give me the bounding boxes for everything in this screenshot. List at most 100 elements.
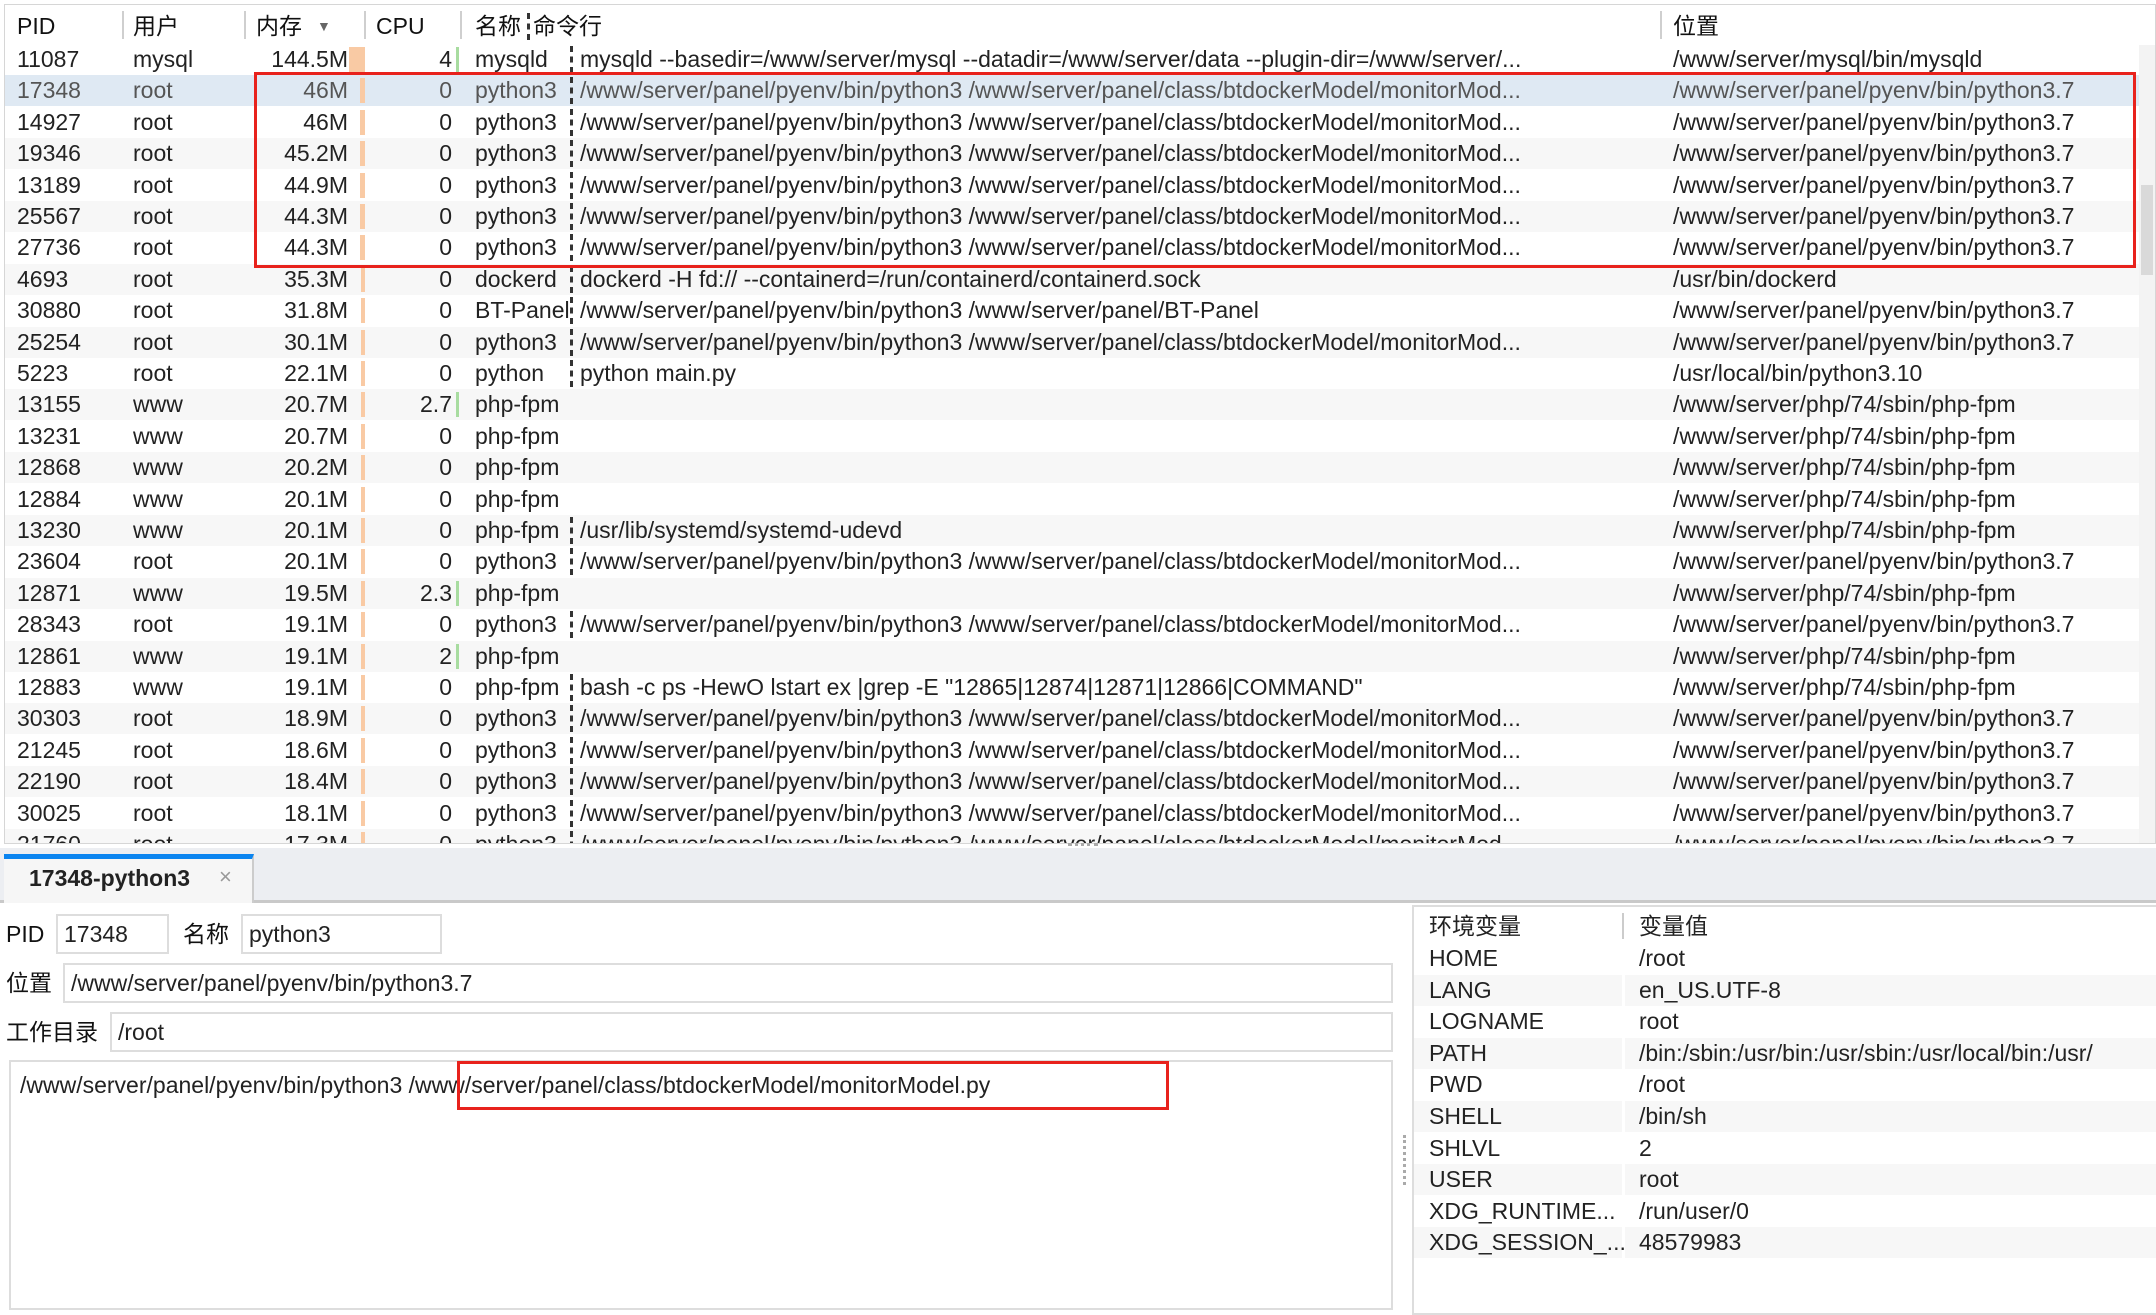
vertical-splitter-handle[interactable] xyxy=(1403,1135,1409,1185)
cell-pid: 12868 xyxy=(17,454,81,481)
name-cmd-separator xyxy=(570,77,573,105)
env-row[interactable]: USER root xyxy=(1414,1164,2156,1196)
column-header-name[interactable]: 名称 xyxy=(475,11,521,41)
table-row[interactable]: 12883 www 19.1M 0 php-fpm bash -c ps -HewO ls… xyxy=(5,672,2139,703)
column-header-location[interactable]: 位置 xyxy=(1673,11,1719,41)
column-divider[interactable] xyxy=(244,11,246,39)
close-icon[interactable]: × xyxy=(219,864,232,890)
memory-bar xyxy=(361,518,365,543)
cell-pid: 13230 xyxy=(17,517,81,543)
column-divider[interactable] xyxy=(460,11,462,39)
cell-location: /www/server/panel/pyenv/bin/python3.7 xyxy=(1673,328,2075,355)
env-row[interactable]: PWD/root xyxy=(1414,1069,2156,1100)
memory-bar xyxy=(361,612,365,638)
column-divider[interactable] xyxy=(122,11,124,39)
table-row[interactable]: 13189 root 44.9M 0 python3/www/server/panel/… xyxy=(5,170,2139,201)
column-header-cpu[interactable]: CPU xyxy=(376,11,425,41)
column-header-pid[interactable]: PID xyxy=(17,11,55,41)
cell-user: root xyxy=(133,203,173,229)
table-row[interactable]: 5223 root 22.1M 0 python python main.py/usr/l… xyxy=(5,358,2139,389)
table-row[interactable]: 11087 mysql 144.5M 4 mysqld mysqld --basedir=… xyxy=(5,44,2139,75)
env-row[interactable]: XDG_SESSION_... 48579983 xyxy=(1414,1227,2156,1259)
cell-memory: 44.9M xyxy=(284,171,348,198)
env-row[interactable]: LANG en_US.UTF-8 xyxy=(1414,974,2156,1006)
cell-cmdline xyxy=(580,421,1655,452)
cell-pid: 13155 xyxy=(17,391,81,418)
cmdline-textarea[interactable]: /www/server/panel/pyenv/bin/python3 /www… xyxy=(9,1060,1393,1310)
cell-location: /www/server/php/74/sbin/php-fpm xyxy=(1673,579,2016,606)
memory-bar xyxy=(361,455,365,481)
name-cmd-separator xyxy=(570,234,573,262)
cell-pid: 13231 xyxy=(17,422,81,449)
cell-user: root xyxy=(133,831,173,844)
table-row[interactable]: 27736 root 44.3M 0 python3/www/server/panel/… xyxy=(5,232,2139,263)
table-row[interactable]: 30303 root 18.9M 0 python3/www/server/panel/… xyxy=(5,703,2139,735)
cell-memory: 30.1M xyxy=(284,328,348,355)
env-row[interactable]: PATH/bin:/sbin:/usr/bin:/usr/sbin:/usr/l… xyxy=(1414,1037,2156,1069)
table-row[interactable]: 21245 root 18.6M 0 python3/www/server/panel/… xyxy=(5,735,2139,766)
vertical-scrollbar[interactable] xyxy=(2139,45,2155,843)
column-header-user[interactable]: 用户 xyxy=(133,11,179,41)
env-row[interactable]: XDG_RUNTIME... /run/user/0 xyxy=(1414,1196,2156,1227)
table-row[interactable]: 12868 www 20.2M 0 php-fpm/www/server/php/74/… xyxy=(5,452,2139,484)
table-row[interactable]: 21760 root 17.3M 0 python3/www/server/panel/… xyxy=(5,829,2139,844)
table-row[interactable]: 30025 root 18.1M 0 python3/www/server/panel/… xyxy=(5,798,2139,829)
cell-memory: 46M xyxy=(303,108,348,135)
cell-location: /www/server/panel/pyenv/bin/python3.7 xyxy=(1673,297,2075,324)
column-header-env-value[interactable]: 变量值 xyxy=(1625,911,2156,942)
cell-location: /www/server/php/74/sbin/php-fpm xyxy=(1673,485,2016,512)
workdir-field[interactable]: /root xyxy=(110,1012,1393,1052)
column-divider[interactable] xyxy=(364,11,366,39)
cell-memory: 45.2M xyxy=(284,140,348,167)
scrollbar-thumb[interactable] xyxy=(2141,185,2153,275)
column-header-env-name[interactable]: 环境变量 xyxy=(1414,911,1622,942)
sort-desc-icon[interactable]: ▼ xyxy=(317,11,331,41)
table-row[interactable]: 25567 root 44.3M 0 python3/www/server/panel/… xyxy=(5,201,2139,232)
table-row[interactable]: 17348 root 46M 0 python3/www/server/panel/py… xyxy=(5,75,2139,107)
cell-location: /www/server/mysql/bin/mysqld xyxy=(1673,46,1983,72)
tab-process-detail[interactable]: 17348-python3 × xyxy=(4,854,254,903)
cell-location: /www/server/panel/pyenv/bin/python3.7 xyxy=(1673,77,2075,104)
table-row[interactable]: 23604 root 20.1M 0 python3/www/server/panel/… xyxy=(5,546,2139,577)
table-row[interactable]: 28343 root 19.1M 0 python3/www/server/panel/… xyxy=(5,609,2139,640)
tab-label: 17348-python3 xyxy=(29,865,191,891)
table-row[interactable]: 12861 www 19.1M 2 php-fpm/www/server/php/74/… xyxy=(5,640,2139,672)
table-row[interactable]: 13155 www 20.7M 2.7 php-fpm/www/server/php/7… xyxy=(5,389,2139,421)
cell-location: /www/server/panel/pyenv/bin/python3.7 xyxy=(1673,611,2075,638)
env-row[interactable]: HOME/root xyxy=(1414,943,2156,974)
env-row[interactable]: SHELL/bin/sh xyxy=(1414,1101,2156,1132)
cell-location: /www/server/panel/pyenv/bin/python3.7 xyxy=(1673,234,2075,261)
table-row[interactable]: 4693 root 35.3M 0 dockerd dockerd -H fd:// --… xyxy=(5,263,2139,295)
column-divider[interactable] xyxy=(527,13,530,40)
table-row[interactable]: 12884 www 20.1M 0 php-fpm/www/server/php/74/… xyxy=(5,484,2139,515)
table-row[interactable]: 13231 www 20.7M 0 php-fpm/www/server/php/74/… xyxy=(5,421,2139,452)
memory-bar xyxy=(361,769,365,795)
column-divider[interactable] xyxy=(1660,11,1662,39)
env-name: XDG_SESSION_... xyxy=(1414,1227,1626,1259)
name-cmd-separator xyxy=(570,831,573,843)
cell-memory: 44.3M xyxy=(284,234,348,261)
env-row[interactable]: LOGNAME root xyxy=(1414,1006,2156,1037)
location-field[interactable]: /www/server/panel/pyenv/bin/python3.7 xyxy=(63,963,1393,1003)
table-row[interactable]: 13230 www 20.1M 0 php-fpm/usr/lib/systemd/sy… xyxy=(5,515,2139,546)
table-row[interactable]: 19346 root 45.2M 0 python3/www/server/panel/… xyxy=(5,138,2139,170)
cell-cpu: 0 xyxy=(439,736,452,763)
cell-location: /www/server/panel/pyenv/bin/python3.7 xyxy=(1673,799,2075,826)
column-header-cmdline[interactable]: 命令行 xyxy=(533,11,602,41)
cell-cmdline: python main.py xyxy=(580,360,736,386)
cell-cpu: 0 xyxy=(439,831,452,844)
column-header-memory[interactable]: 内存 xyxy=(256,11,302,41)
cell-user: mysql xyxy=(133,46,194,72)
table-row[interactable]: 30880 root 31.8M 0 BT-Panel/www/server/panel… xyxy=(5,295,2139,326)
table-row[interactable]: 14927 root 46M 0 python3/www/server/panel/py… xyxy=(5,107,2139,138)
cell-cpu: 0 xyxy=(439,768,452,795)
env-row[interactable]: SHLVL 2 xyxy=(1414,1133,2156,1164)
pid-field[interactable]: 17348 xyxy=(56,914,169,954)
column-divider[interactable] xyxy=(1622,913,1624,939)
table-row[interactable]: 25254 root 30.1M 0 python3/www/server/panel/… xyxy=(5,326,2139,358)
table-row[interactable]: 12871 www 19.5M 2.3 php-fpm/www/server/php/7… xyxy=(5,577,2139,609)
cell-pid: 25567 xyxy=(17,203,81,229)
table-row[interactable]: 22190 root 18.4M 0 python3/www/server/panel/… xyxy=(5,766,2139,798)
cell-cmdline: /www/server/panel/pyenv/bin/python3 /www… xyxy=(580,328,1521,355)
name-field[interactable]: python3 xyxy=(241,914,442,954)
